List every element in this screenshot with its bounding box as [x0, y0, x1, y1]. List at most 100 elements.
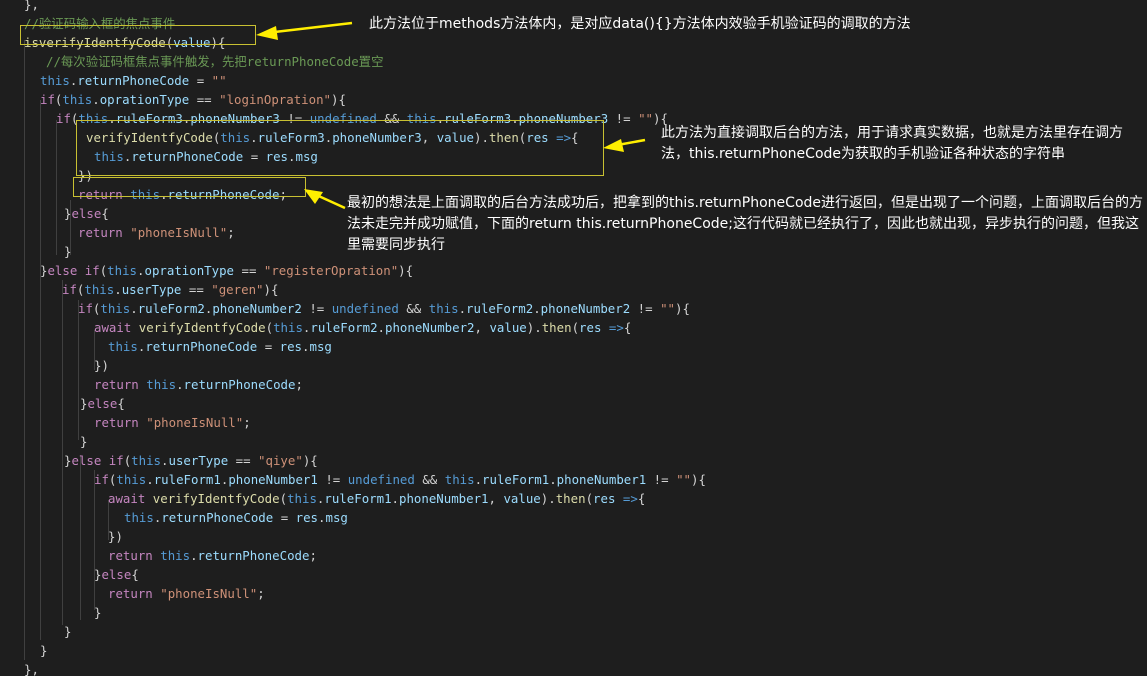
code-token: this: [108, 339, 138, 354]
code-token: ruleForm2: [466, 301, 534, 316]
code-token: }: [40, 643, 48, 658]
code-token: userType: [121, 282, 182, 297]
code-token: {: [101, 206, 109, 221]
code-token: =: [243, 453, 251, 468]
code-line[interactable]: },: [24, 0, 39, 14]
code-token: =: [196, 282, 204, 297]
code-line[interactable]: }else{: [64, 204, 109, 223]
code-token: !: [309, 301, 317, 316]
code-token: else: [87, 396, 118, 411]
code-token: this: [444, 472, 475, 487]
code-token: return: [108, 548, 153, 563]
highlight-box-return: [73, 177, 306, 197]
code-token: (: [585, 491, 594, 506]
code-token: "": [660, 301, 675, 316]
code-token: ;: [257, 586, 265, 601]
code-token: (: [279, 491, 288, 506]
code-token: phoneNumber2: [540, 301, 631, 316]
code-token: .: [534, 320, 542, 335]
code-line[interactable]: }: [64, 622, 71, 641]
code-line[interactable]: if(this.ruleForm1.phoneNumber1 != undefi…: [94, 470, 706, 489]
code-token: .: [474, 472, 483, 487]
code-line[interactable]: this.returnPhoneCode = res.msg: [124, 508, 348, 527]
code-line[interactable]: //每次验证码框焦点事件触发，先把returnPhoneCode置空: [46, 52, 383, 71]
code-token: returnPhoneCode: [161, 510, 274, 525]
code-line[interactable]: }: [40, 641, 47, 660]
code-token: .: [533, 301, 541, 316]
code-token: if: [94, 472, 109, 487]
code-token: else: [101, 567, 132, 582]
code-token: .: [377, 320, 385, 335]
code-editor[interactable]: },//验证码输入框的焦点事件 isverifyIdentfyCode(value…: [0, 0, 1147, 676]
code-token: {: [623, 320, 632, 335]
code-token: "geren": [211, 282, 264, 297]
code-token: oprationType: [144, 263, 235, 278]
code-token: this: [273, 320, 303, 335]
code-token: await: [94, 320, 132, 335]
code-line[interactable]: this.returnPhoneCode = res.msg: [108, 337, 332, 356]
code-line[interactable]: return this.returnPhoneCode;: [108, 546, 317, 565]
code-line[interactable]: }: [94, 603, 101, 622]
indent-guide: [80, 455, 81, 620]
indent-guide: [40, 100, 41, 640]
highlight-box-verify-call: [76, 120, 604, 176]
code-token: ,: [31, 0, 39, 12]
code-token: =>: [608, 320, 624, 335]
arrow-to-method-signature: [256, 21, 353, 40]
code-token: .: [130, 301, 138, 316]
code-line[interactable]: return "phoneIsNull";: [108, 584, 265, 603]
indent-guide: [56, 120, 57, 255]
code-token: !: [325, 472, 333, 487]
code-line[interactable]: }else{: [80, 394, 125, 413]
annotation-note-backend-call: 此方法为直接调取后台的方法，用于请求真实数据，也就是方法里存在调方法，this.…: [661, 125, 1123, 162]
code-token: "loginOpration": [219, 92, 332, 107]
code-line[interactable]: }else if(this.userType == "qiye"){: [64, 451, 318, 470]
code-token: "": [638, 111, 653, 126]
code-line[interactable]: await verifyIdentfyCode(this.ruleForm1.p…: [108, 489, 645, 508]
code-token: "phoneIsNull": [160, 586, 258, 601]
code-line[interactable]: if(this.ruleForm2.phoneNumber2 != undefi…: [78, 299, 690, 318]
code-token: {: [405, 263, 414, 278]
code-token: .: [114, 282, 122, 297]
code-line[interactable]: }): [94, 356, 109, 375]
code-line[interactable]: return this.returnPhoneCode;: [94, 375, 303, 394]
code-token: (: [571, 320, 580, 335]
code-token: msg: [325, 510, 348, 525]
code-line[interactable]: }): [108, 527, 123, 546]
code-token: this: [428, 301, 459, 316]
code-token: .: [146, 472, 154, 487]
code-token: ): [115, 529, 123, 544]
code-line[interactable]: },: [24, 660, 39, 676]
code-token: await: [108, 491, 146, 506]
code-token: if: [78, 301, 93, 316]
code-token: returnPhoneCode: [77, 73, 190, 88]
code-line[interactable]: return "phoneIsNull";: [94, 413, 251, 432]
code-line[interactable]: }: [80, 432, 87, 451]
code-line[interactable]: }else if(this.oprationType == "registerO…: [40, 261, 413, 280]
code-line[interactable]: if(this.userType == "geren"){: [62, 280, 278, 299]
code-token: this: [116, 472, 147, 487]
code-token: oprationType: [99, 92, 190, 107]
code-token: else: [71, 453, 102, 468]
code-token: return: [94, 377, 139, 392]
code-token: if: [62, 282, 77, 297]
code-token: phoneNumber1: [556, 472, 647, 487]
code-line[interactable]: }: [64, 242, 71, 261]
code-line[interactable]: this.returnPhoneCode = "": [40, 71, 227, 90]
code-line[interactable]: await verifyIdentfyCode(this.ruleForm2.p…: [94, 318, 631, 337]
code-line[interactable]: }else{: [94, 565, 139, 584]
code-line[interactable]: if(this.oprationType == "loginOpration")…: [40, 90, 346, 109]
code-line[interactable]: return "phoneIsNull";: [78, 223, 235, 242]
